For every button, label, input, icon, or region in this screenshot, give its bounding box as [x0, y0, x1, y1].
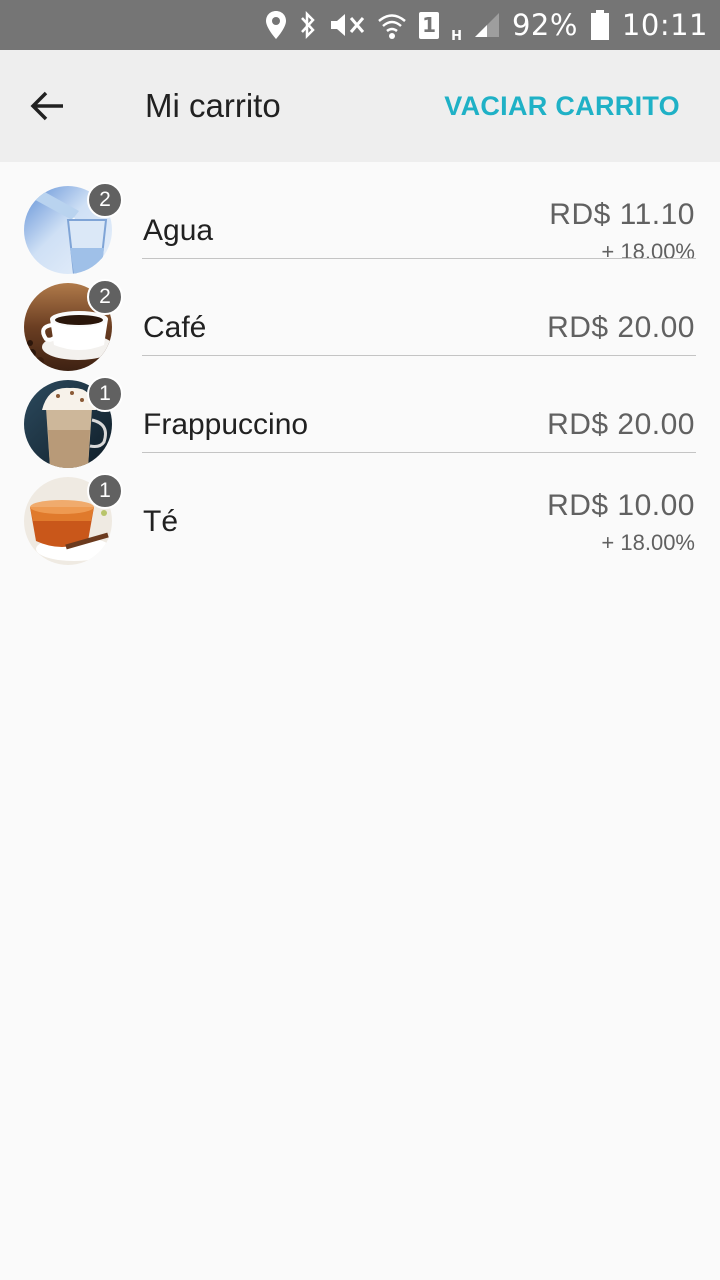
cart-item[interactable]: 1 Té RD$ 10.00 + 18.00% [0, 453, 720, 565]
cart-item[interactable]: 2 Café RD$ 20.00 [0, 259, 720, 371]
bluetooth-icon [299, 0, 317, 50]
item-tax: + 18.00% [601, 530, 695, 555]
status-bar: 1 H 92% 10:11 [0, 0, 720, 50]
empty-cart-button[interactable]: VACIAR CARRITO [444, 88, 680, 124]
cart-item[interactable]: 2 Agua RD$ 11.10 + 18.00% [0, 162, 720, 274]
cart-list: 2 Agua RD$ 11.10 + 18.00% 2 Café RD$ 20.… [0, 162, 720, 565]
battery-percent: 92% [511, 8, 578, 42]
item-name: Frappuccino [143, 408, 309, 441]
item-price: RD$ 20.00 [547, 311, 695, 344]
vibrate-icon [329, 0, 365, 50]
quantity-badge: 1 [87, 473, 123, 509]
wifi-icon [377, 0, 407, 50]
sim-icon: 1 [419, 0, 440, 50]
location-icon [265, 0, 287, 50]
battery-icon [590, 0, 610, 50]
back-button[interactable] [24, 82, 72, 130]
cart-item[interactable]: 1 Frappuccino RD$ 20.00 [0, 356, 720, 468]
app-bar: Mi carrito VACIAR CARRITO [0, 50, 720, 162]
quantity-badge: 2 [87, 279, 123, 315]
item-name: Café [143, 311, 207, 344]
item-name: Agua [143, 214, 214, 247]
item-price: RD$ 20.00 [547, 408, 695, 441]
clock: 10:11 [621, 8, 708, 42]
signal-icon [474, 0, 500, 50]
quantity-badge: 1 [87, 376, 123, 412]
arrow-back-icon [30, 91, 63, 121]
item-price: RD$ 11.10 [549, 198, 695, 231]
item-price: RD$ 10.00 [547, 489, 695, 522]
page-title: Mi carrito [145, 87, 281, 124]
quantity-badge: 2 [87, 182, 123, 218]
item-name: Té [143, 505, 179, 538]
